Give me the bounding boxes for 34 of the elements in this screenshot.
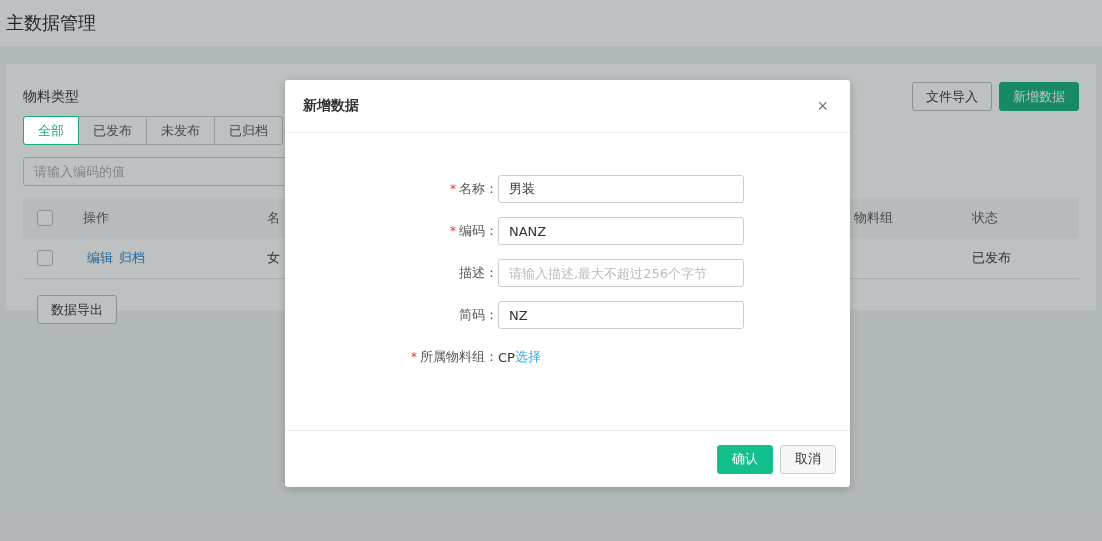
action-link[interactable]: 归档 bbox=[119, 249, 145, 267]
action-link[interactable]: 编辑 bbox=[87, 249, 113, 267]
section-title: 物料类型 bbox=[23, 88, 80, 106]
column-header: 操作 bbox=[82, 209, 110, 227]
close-button[interactable]: × bbox=[815, 95, 830, 117]
checkbox[interactable] bbox=[37, 250, 53, 266]
checkbox[interactable] bbox=[37, 210, 53, 226]
filter-tab[interactable]: 已发布 bbox=[78, 116, 147, 145]
table-cell-text: 已发布 bbox=[971, 249, 1012, 267]
input-field[interactable]: NZ bbox=[498, 301, 744, 329]
field-label: 描述： bbox=[459, 264, 498, 282]
column-header: 状态 bbox=[971, 209, 999, 227]
filter-tab[interactable]: 未发布 bbox=[146, 116, 215, 145]
column-header: 物料组 bbox=[853, 209, 894, 227]
required-mark: * bbox=[411, 350, 417, 364]
filter-tab[interactable]: 已归档 bbox=[214, 116, 283, 145]
input-field[interactable]: NANZ bbox=[498, 217, 744, 245]
field-label: 简码： bbox=[459, 306, 498, 324]
input-field[interactable]: 男装 bbox=[498, 175, 744, 203]
dialog-title: 新增数据 bbox=[303, 97, 359, 115]
table-cell-text: 女 bbox=[266, 249, 281, 267]
export-button[interactable]: 数据导出 bbox=[37, 295, 117, 324]
field-label: 所属物料组： bbox=[420, 348, 498, 366]
input-field[interactable]: 请输入描述,最大不超过256个字节 bbox=[498, 259, 744, 287]
required-mark: * bbox=[450, 182, 456, 196]
field-label: 编码： bbox=[459, 222, 498, 240]
cancel-button[interactable]: 取消 bbox=[780, 444, 836, 474]
filter-tab[interactable]: 全部 bbox=[23, 116, 79, 145]
field-label: 名称： bbox=[459, 180, 498, 198]
required-mark: * bbox=[450, 224, 456, 238]
import-button[interactable]: 文件导入 bbox=[912, 82, 992, 111]
column-header: 名 bbox=[266, 209, 281, 227]
field-value: CP bbox=[498, 349, 515, 365]
page-title: 主数据管理 bbox=[6, 11, 96, 35]
